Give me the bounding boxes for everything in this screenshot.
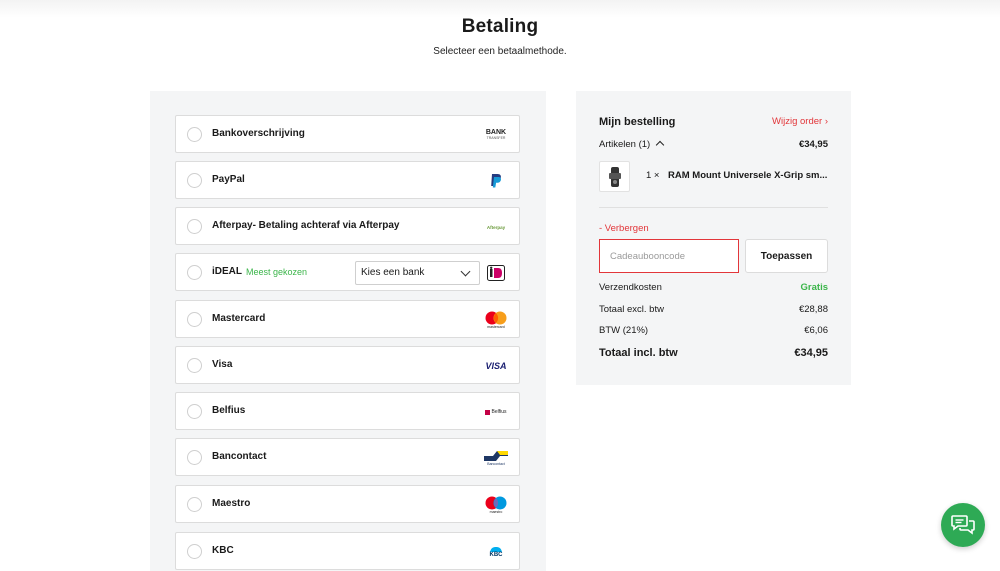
payment-methods-panel: Bankoverschrijving BANK TRANSFER PayPal … [150, 91, 546, 571]
apply-coupon-button[interactable]: Toepassen [745, 239, 828, 273]
logo-text: Afterpay [486, 224, 506, 230]
paypal-logo [483, 171, 509, 191]
shipping-label: Verzendkosten [599, 282, 662, 293]
payment-option-label: Visa [212, 359, 233, 370]
logo-text: KBC [489, 551, 503, 558]
chat-bubbles-icon [951, 515, 975, 535]
chevron-down-icon [460, 266, 471, 277]
chevron-up-icon [655, 140, 665, 150]
radio-button[interactable] [187, 497, 202, 512]
payment-option-maestro[interactable]: Maestro maestro [175, 485, 520, 523]
belfius-logo: Belfius [483, 402, 509, 422]
payment-option-label: Belfius [212, 405, 246, 416]
product-thumbnail [599, 161, 630, 192]
radio-button[interactable] [187, 358, 202, 373]
subtotal-label: Totaal excl. btw [599, 304, 664, 315]
payment-option-paypal[interactable]: PayPal [175, 161, 520, 199]
payment-option-belfius[interactable]: Belfius Belfius [175, 392, 520, 430]
vat-value: €6,06 [804, 325, 828, 336]
payment-option-label: Bancontact [212, 451, 267, 462]
items-total: €34,95 [798, 139, 828, 150]
radio-button[interactable] [187, 544, 202, 559]
chat-button[interactable] [941, 503, 985, 547]
maestro-logo: maestro [483, 495, 509, 515]
logo-text: Belfius [491, 409, 507, 415]
bank-select-value: Kies een bank [361, 267, 425, 278]
radio-button[interactable] [187, 173, 202, 188]
items-label: Artikelen (1) [599, 139, 651, 150]
order-title: Mijn bestelling [599, 116, 676, 128]
change-order-link[interactable]: Wijzig order › [772, 116, 828, 127]
most-chosen-badge: Meest gekozen [246, 267, 308, 277]
payment-option-label: KBC [212, 545, 234, 556]
product-quantity: 1 × [646, 170, 660, 181]
logo-text: maestro [489, 510, 503, 514]
divider [599, 207, 828, 208]
payment-option-label: Bankoverschrijving [212, 128, 305, 139]
radio-button[interactable] [187, 404, 202, 419]
hide-coupon-link[interactable]: - Verbergen [599, 223, 649, 234]
logo-text: Bancontact [487, 462, 505, 466]
order-summary-panel: Mijn bestelling Wijzig order › Artikelen… [576, 91, 851, 385]
bank-transfer-logo: BANK TRANSFER [483, 125, 509, 145]
payment-option-ideal[interactable]: iDEAL Meest gekozen Kies een bank [175, 253, 520, 291]
belfius-mark-icon [485, 409, 491, 415]
payment-option-afterpay[interactable]: Afterpay- Betaling achteraf via Afterpay… [175, 207, 520, 245]
vat-label: BTW (21%) [599, 325, 649, 336]
logo-text: mastercard [487, 325, 505, 329]
payment-option-bank-transfer[interactable]: Bankoverschrijving BANK TRANSFER [175, 115, 520, 153]
payment-option-mastercard[interactable]: Mastercard mastercard [175, 300, 520, 338]
payment-option-visa[interactable]: Visa VISA [175, 346, 520, 384]
logo-text: VISA [485, 361, 507, 371]
page-subtitle: Selecteer een betaalmethode. [433, 46, 567, 57]
payment-option-label: Maestro [212, 498, 251, 509]
product-name: RAM Mount Universele X-Grip sm... [668, 170, 828, 181]
logo-text: BANK [485, 129, 507, 136]
radio-button[interactable] [187, 312, 202, 327]
radio-button[interactable] [187, 450, 202, 465]
total-label: Totaal incl. btw [599, 347, 678, 359]
bank-select-dropdown[interactable]: Kies een bank [355, 261, 480, 285]
ideal-logo [483, 263, 509, 283]
payment-option-label: PayPal [212, 174, 245, 185]
total-value: €34,95 [794, 347, 828, 359]
mastercard-logo: mastercard [483, 310, 509, 330]
payment-option-label: Afterpay- Betaling achteraf via Afterpay [212, 220, 400, 231]
coupon-code-input[interactable] [599, 239, 739, 273]
shipping-value: Gratis [800, 282, 828, 293]
payment-option-bancontact[interactable]: Bancontact Bancontact [175, 438, 520, 476]
logo-subtext: TRANSFER [486, 136, 506, 140]
radio-button[interactable] [187, 127, 202, 142]
bancontact-logo: Bancontact [483, 448, 509, 468]
payment-option-kbc[interactable]: KBC KBC [175, 532, 520, 570]
payment-option-label: Mastercard [212, 313, 266, 324]
subtotal-value: €28,88 [798, 304, 828, 315]
kbc-logo: KBC [483, 542, 509, 562]
page-title: Betaling [461, 16, 539, 37]
radio-button[interactable] [187, 219, 202, 234]
afterpay-logo: Afterpay [483, 217, 509, 237]
items-toggle[interactable]: Artikelen (1) [599, 139, 665, 150]
radio-button[interactable] [187, 265, 202, 280]
payment-option-label: iDEAL [212, 266, 242, 277]
visa-logo: VISA [483, 356, 509, 376]
